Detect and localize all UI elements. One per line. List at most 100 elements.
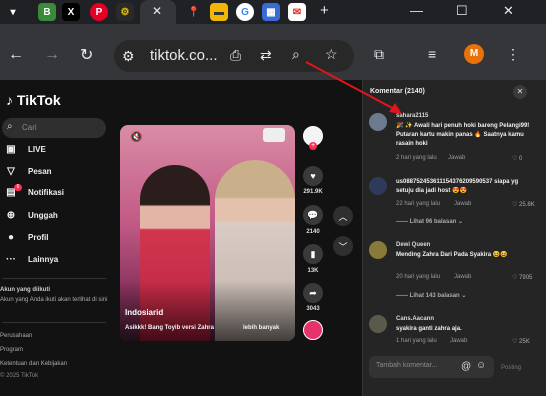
video-more-link[interactable]: lebih banyak xyxy=(243,325,279,331)
sound-disc[interactable] xyxy=(303,320,323,340)
url-text[interactable]: tiktok.co... xyxy=(150,47,218,64)
share-icon: ➦ xyxy=(309,287,317,298)
translate-icon[interactable]: ⇄ xyxy=(260,47,272,64)
comment-avatar[interactable] xyxy=(369,177,387,195)
menu-icon[interactable]: ⋮ xyxy=(506,46,520,63)
comment-reply[interactable]: Jawab xyxy=(454,201,471,207)
nav-notifications-label: Notifikasi xyxy=(28,188,65,197)
tab-x[interactable]: X xyxy=(62,3,80,21)
install-icon[interactable]: ⎙ xyxy=(230,47,241,64)
close-window-button[interactable]: ✕ xyxy=(503,3,514,19)
upload-icon: ⊕ xyxy=(6,210,16,221)
comment-like[interactable]: ♡ 7905 xyxy=(512,274,532,281)
tab-card-icon[interactable]: ▬ xyxy=(210,3,228,21)
tab-strip: ▾ B X P ⚙ ✕ 📍 ▬ G ▦ ✉ + — ☐ ✕ xyxy=(0,0,546,24)
previous-video-button[interactable]: ︿ xyxy=(333,206,353,226)
comment-avatar[interactable] xyxy=(369,113,387,131)
save-button[interactable]: ▮ xyxy=(303,244,323,264)
more-icon: ··· xyxy=(6,254,16,265)
comment-avatar[interactable] xyxy=(369,315,387,333)
extensions-icon[interactable]: ⧉ xyxy=(374,46,384,63)
nav-upload[interactable]: ⊕ Unggah xyxy=(4,210,58,221)
comments-title: Komentar (2140) xyxy=(370,88,425,95)
comment-time: 22 hari yang lalu xyxy=(396,201,441,207)
next-video-button[interactable]: ﹀ xyxy=(333,236,353,256)
view-replies[interactable]: —— Lihat 143 balasan ⌄ xyxy=(396,292,466,299)
tab-google[interactable]: G xyxy=(236,3,254,21)
comment-icon: 💬 xyxy=(307,209,319,220)
media-icon[interactable]: ≡ xyxy=(428,46,436,62)
tiktok-logo[interactable]: ♪ TikTok xyxy=(6,92,61,108)
following-heading: Akun yang diikuti xyxy=(0,287,51,293)
back-button[interactable]: ← xyxy=(8,46,24,64)
mention-icon[interactable]: @ xyxy=(461,361,471,372)
search-placeholder: Cari xyxy=(22,123,37,132)
tiktok-logo-text: TikTok xyxy=(16,92,61,108)
comment-user[interactable]: sahara2115 xyxy=(396,113,428,119)
divider xyxy=(2,322,106,323)
comment-text: 🎉 ✨ Awali hari penuh hoki bareng Pelangi… xyxy=(396,123,530,147)
nav-notifications[interactable]: ▤ Notifikasi xyxy=(4,187,64,198)
comment-reply[interactable]: Jawab xyxy=(454,274,471,280)
share-button[interactable]: ➦ xyxy=(303,283,323,303)
footer-company[interactable]: Perusahaan xyxy=(0,332,110,340)
profile-avatar[interactable]: M xyxy=(464,44,484,64)
minimize-button[interactable]: — xyxy=(410,3,423,18)
bookmark-star-icon[interactable]: ☆ xyxy=(325,46,338,63)
like-button[interactable]: ♥ xyxy=(303,166,323,186)
comment-text: syakira ganti zahra aja. xyxy=(396,326,462,332)
close-icon[interactable]: ✕ xyxy=(513,85,527,99)
forward-button[interactable]: → xyxy=(44,46,60,64)
view-replies[interactable]: —— Lihat 96 balasan ⌄ xyxy=(396,218,463,225)
emoji-icon[interactable]: ☺ xyxy=(476,360,486,371)
comment-like[interactable]: ♡ 0 xyxy=(512,155,522,162)
save-count: 13K xyxy=(307,268,319,274)
site-info-icon[interactable]: ⚙ xyxy=(122,48,135,65)
comment-like[interactable]: ♡ 25K xyxy=(512,338,530,345)
comment-user[interactable]: Dewi Queen xyxy=(396,242,430,248)
comment-like-count: 25K xyxy=(519,339,530,345)
tab-gear-icon[interactable]: ⚙ xyxy=(116,3,134,21)
tab-pinterest[interactable]: P xyxy=(90,3,108,21)
chevron-down-icon: ﹀ xyxy=(338,241,348,252)
comment-time: 2 hari yang lalu xyxy=(396,155,437,161)
tab-close-icon[interactable]: ✕ xyxy=(152,4,162,18)
tab-calendar-icon[interactable]: ▦ xyxy=(262,3,280,21)
footer-terms[interactable]: Ketentuan dan Kebijakan xyxy=(0,360,110,368)
nav-live[interactable]: ▣ LIVE xyxy=(4,144,46,155)
comment-time: 1 hari yang lalu xyxy=(396,338,437,344)
nav-messages[interactable]: ▽ Pesan xyxy=(4,166,52,177)
footer-program[interactable]: Program xyxy=(0,346,110,354)
video-caption: Asikkk! Bang Toyib versi Zahra xyxy=(125,325,214,331)
channel-watermark xyxy=(263,128,285,142)
comment-reply[interactable]: Jawab xyxy=(450,338,467,344)
tab-maps-icon[interactable]: 📍 xyxy=(185,3,203,21)
tab-gmail-icon[interactable]: ✉ xyxy=(288,3,306,21)
comment-like-count: 0 xyxy=(519,156,523,162)
comment-text: Mending Zahra Dari Pada Syakira 😆😆 xyxy=(396,252,508,258)
nav-messages-label: Pesan xyxy=(28,167,52,176)
comment-input-placeholder: Tambah komentar... xyxy=(376,362,438,369)
post-comment-button[interactable]: Posting xyxy=(501,365,521,371)
follow-plus-icon[interactable]: + xyxy=(309,142,317,150)
nav-profile[interactable]: ● Profil xyxy=(4,232,48,243)
comment-user[interactable]: Cans.Aacann xyxy=(396,316,434,322)
new-tab-button[interactable]: + xyxy=(320,2,329,19)
copyright: © 2025 TikTok xyxy=(0,373,39,379)
mute-icon[interactable]: 🔇 xyxy=(130,132,142,143)
reload-button[interactable]: ↻ xyxy=(80,45,93,65)
tab-list-icon[interactable]: ▾ xyxy=(6,3,20,21)
search-input[interactable] xyxy=(2,118,106,138)
tiktok-note-icon: ♪ xyxy=(6,92,13,108)
tab-b[interactable]: B xyxy=(38,3,56,21)
zoom-icon[interactable]: ⌕ xyxy=(292,46,300,63)
comment-like[interactable]: ♡ 25.8K xyxy=(512,201,535,208)
notifications-badge: 6 xyxy=(14,184,22,191)
comment-avatar[interactable] xyxy=(369,241,387,259)
maximize-button[interactable]: ☐ xyxy=(456,3,468,19)
nav-more[interactable]: ··· Lainnya xyxy=(4,254,58,265)
comment-button[interactable]: 💬 xyxy=(303,205,323,225)
profile-icon: ● xyxy=(7,232,15,243)
video-author[interactable]: Indosiarid xyxy=(125,308,163,317)
comment-reply[interactable]: Jawab xyxy=(448,155,465,161)
